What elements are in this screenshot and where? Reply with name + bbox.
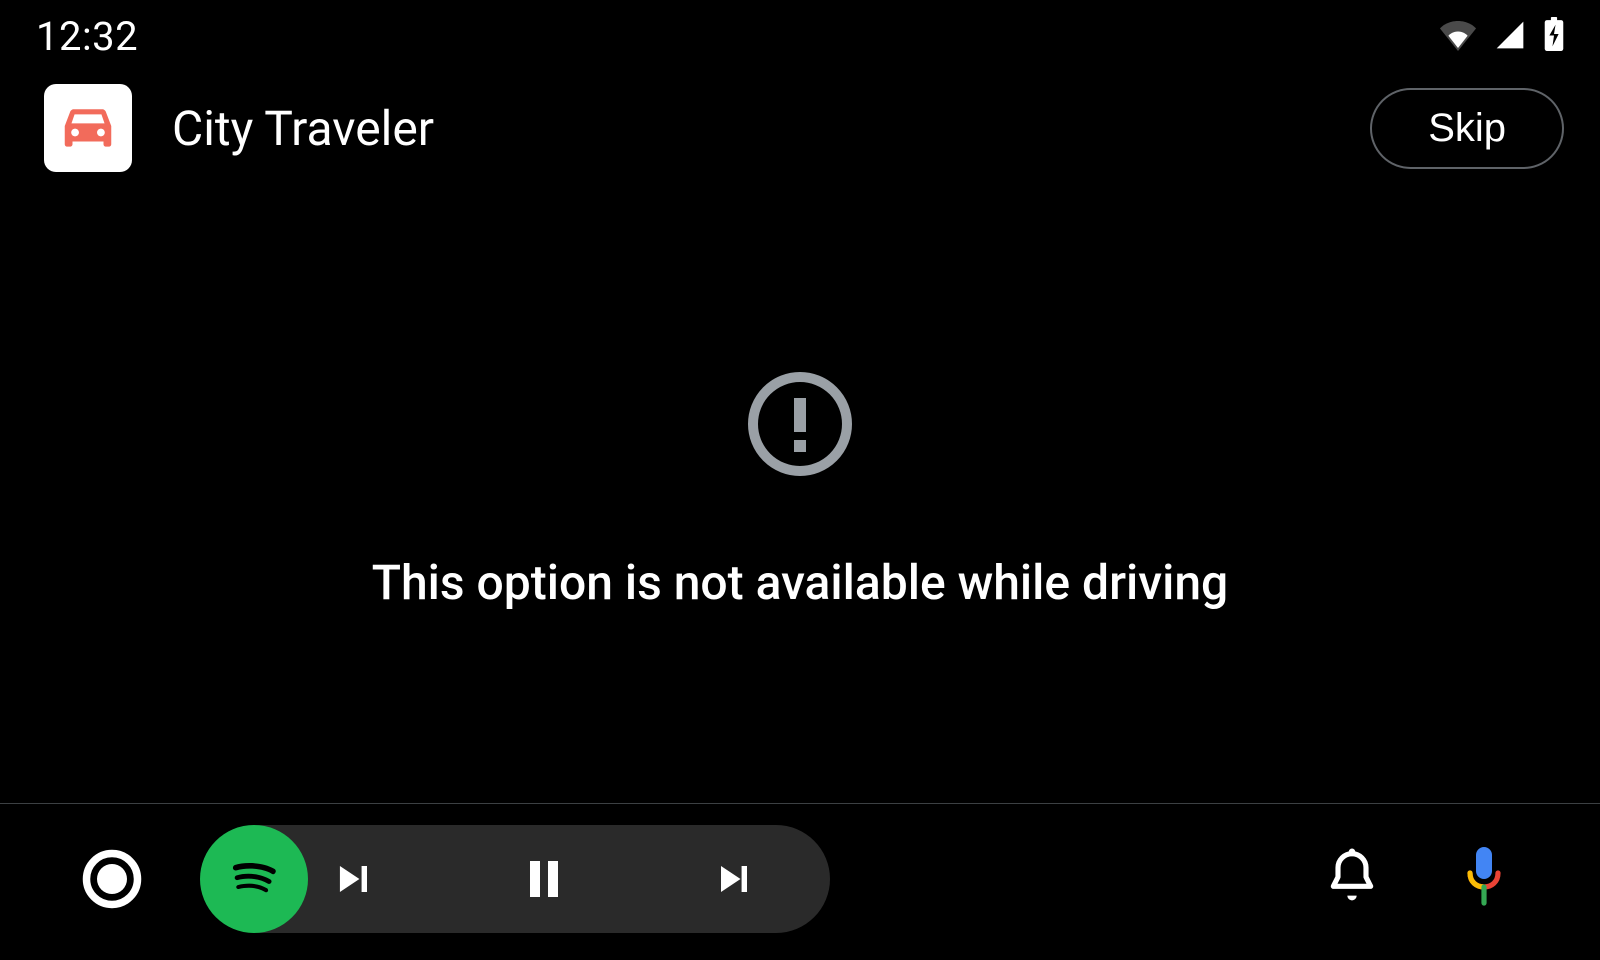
alert-circle-icon bbox=[748, 372, 852, 476]
app-header: City Traveler Skip bbox=[0, 72, 1600, 194]
battery-charging-icon bbox=[1544, 17, 1564, 55]
voice-assistant-button[interactable] bbox=[1444, 839, 1524, 919]
car-icon bbox=[57, 95, 119, 161]
notifications-icon bbox=[1324, 845, 1380, 913]
next-track-button[interactable] bbox=[708, 853, 760, 905]
screen-root: 12:32 bbox=[0, 0, 1600, 960]
status-bar: 12:32 bbox=[0, 0, 1600, 72]
pause-icon bbox=[520, 852, 568, 906]
app-title: City Traveler bbox=[172, 100, 434, 157]
home-button[interactable] bbox=[76, 843, 148, 915]
notifications-button[interactable] bbox=[1312, 839, 1392, 919]
alert-message: This option is not available while drivi… bbox=[372, 554, 1229, 611]
spotify-button[interactable] bbox=[200, 825, 308, 933]
wifi-icon bbox=[1440, 21, 1476, 55]
bottom-bar bbox=[0, 804, 1600, 960]
skip-button[interactable]: Skip bbox=[1370, 88, 1564, 169]
home-circle-icon bbox=[82, 849, 142, 909]
skip-next-icon bbox=[708, 853, 760, 905]
main-content: This option is not available while drivi… bbox=[0, 194, 1600, 803]
exclamation-mark bbox=[794, 398, 806, 452]
skip-previous-icon bbox=[328, 853, 380, 905]
app-brand: City Traveler bbox=[44, 84, 434, 172]
previous-track-button[interactable] bbox=[328, 853, 380, 905]
pause-button[interactable] bbox=[520, 852, 568, 906]
cellular-icon bbox=[1494, 19, 1526, 55]
app-icon[interactable] bbox=[44, 84, 132, 172]
media-cluster bbox=[200, 825, 830, 933]
mic-icon bbox=[1460, 843, 1508, 915]
spotify-icon bbox=[218, 841, 290, 917]
status-icons bbox=[1440, 17, 1564, 55]
clock: 12:32 bbox=[36, 13, 138, 60]
